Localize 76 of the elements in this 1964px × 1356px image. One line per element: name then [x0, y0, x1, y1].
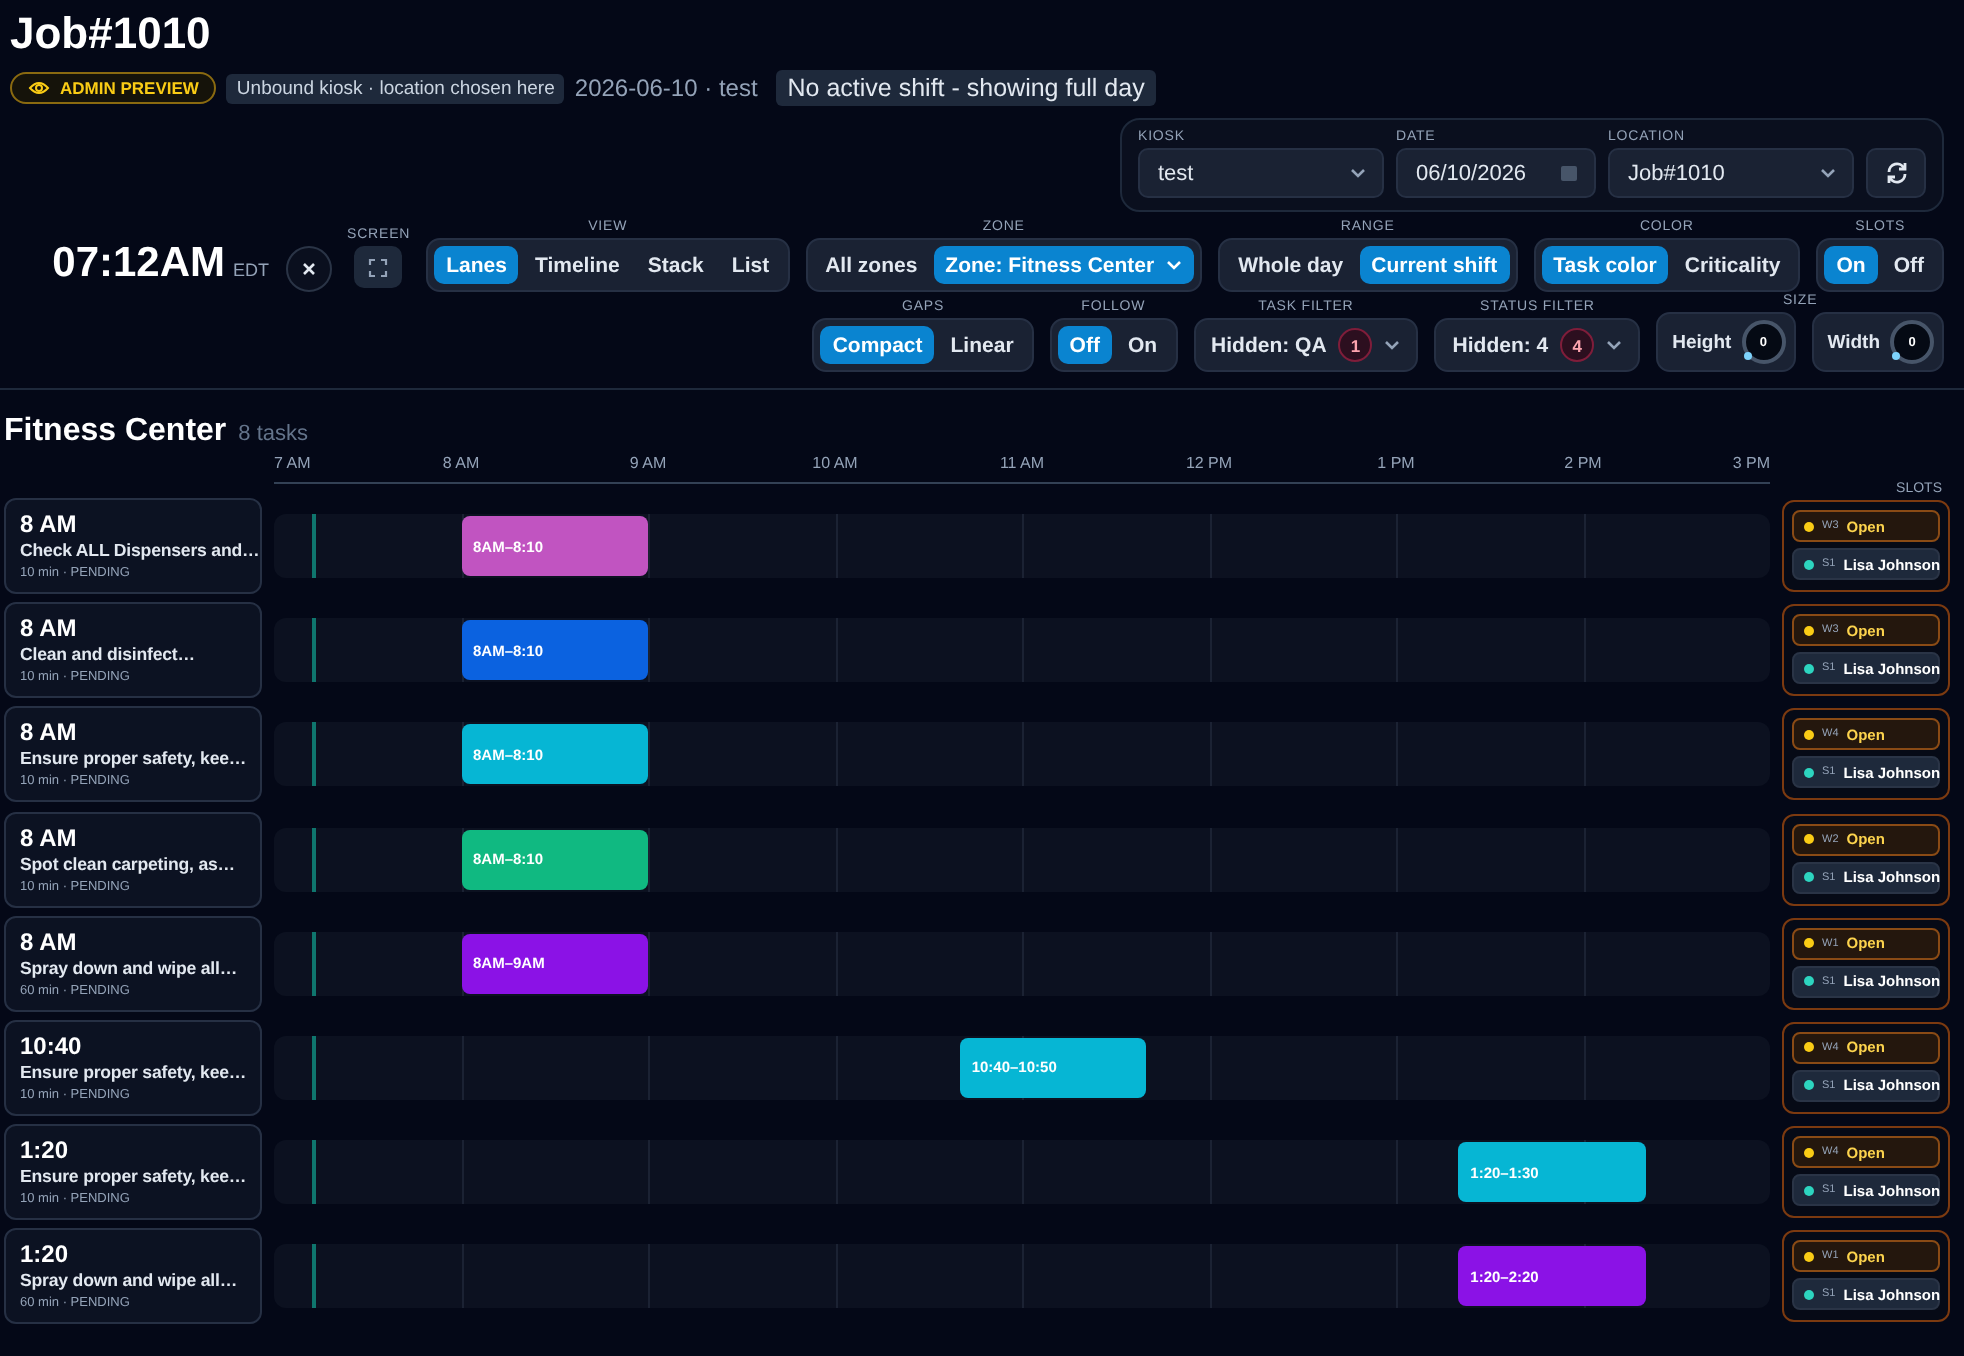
calendar-icon	[1560, 164, 1578, 182]
caret-icon	[1384, 340, 1401, 350]
select-field[interactable]: test	[1138, 148, 1384, 198]
close-button[interactable]	[285, 246, 332, 292]
now-line	[311, 514, 316, 578]
fullscreen-button[interactable]	[354, 246, 403, 288]
axis-label: 12 PM	[1185, 454, 1233, 472]
segment-option[interactable]: On	[1115, 326, 1170, 364]
segment-option[interactable]: All zones	[813, 246, 930, 284]
now-line	[311, 931, 316, 996]
clock-time: 07:12AM	[52, 240, 226, 288]
axis-label: 9 AM	[629, 454, 667, 472]
task-title: Ensure proper safety, kee…	[20, 1164, 249, 1191]
task-title: Clean and disinfect…	[20, 642, 197, 669]
task-title: Spray down and wipe all…	[20, 955, 240, 982]
task-time: 8 AM	[20, 823, 79, 852]
axis-label: 1 PM	[1377, 454, 1415, 472]
segment-option[interactable]: Current shift	[1359, 246, 1510, 284]
segment-option[interactable]: On	[1824, 246, 1878, 284]
caret-icon	[1606, 340, 1623, 350]
task-title: Ensure proper safety, kee…	[20, 746, 249, 773]
task-title: Spray down and wipe all…	[20, 1268, 240, 1295]
task-time: 8 AM	[20, 927, 79, 956]
shift-notice: No active shift - showing full day	[775, 70, 1157, 106]
segment-option[interactable]: Compact	[820, 326, 935, 364]
caret-icon	[1350, 168, 1366, 178]
kiosk-badge: Unbound kiosk · location chosen here	[226, 73, 565, 103]
segment-option[interactable]: Task color	[1541, 246, 1669, 284]
time-zone: EDT	[233, 260, 270, 280]
now-line	[311, 1035, 316, 1100]
refresh-icon	[1883, 160, 1909, 186]
task-time: 10:40	[20, 1031, 84, 1060]
segment-option[interactable]: Stack	[635, 246, 716, 284]
segment-option[interactable]: Zone: Fitness Center	[933, 246, 1195, 284]
segment-option[interactable]: Off	[1057, 326, 1112, 364]
task-time: 1:20	[20, 1136, 71, 1165]
fullscreen-icon	[368, 257, 389, 277]
now-line	[311, 827, 316, 892]
axis-label: 7 AM	[274, 454, 311, 472]
segment-option[interactable]: Off	[1881, 246, 1936, 284]
segment-option[interactable]: Criticality	[1672, 246, 1793, 284]
task-count: 8 tasks	[238, 422, 308, 446]
date-field[interactable]: 06/10/2026	[1396, 148, 1596, 198]
axis-label: 3 PM	[1732, 454, 1770, 472]
section-title: Fitness Center	[4, 414, 227, 450]
caret-icon	[1820, 168, 1836, 178]
axis-label: 2 PM	[1564, 454, 1602, 472]
count-badge: 1	[1338, 328, 1373, 362]
page-title: Job#1010	[8, 6, 213, 58]
now-line	[311, 1244, 316, 1309]
task-title: Spot clean carpeting, as…	[20, 851, 237, 878]
segment-option[interactable]: List	[719, 246, 782, 284]
now-line	[311, 618, 316, 683]
filter-dropdown[interactable]: Hidden: 4 4	[1434, 318, 1641, 372]
task-title: Ensure proper safety, kee…	[20, 1059, 249, 1086]
close-icon	[301, 262, 316, 276]
segment-option[interactable]: Whole day	[1226, 246, 1356, 284]
task-time: 8 AM	[20, 614, 79, 643]
segment-option[interactable]: Linear	[938, 326, 1026, 364]
segment-option[interactable]: Lanes	[434, 246, 519, 284]
task-time: 8 AM	[20, 718, 79, 747]
now-line	[311, 1140, 316, 1205]
now-line	[311, 722, 316, 787]
axis-label: 10 AM	[812, 454, 858, 472]
eye-icon	[28, 80, 50, 96]
filter-dropdown[interactable]: Hidden: QA 1	[1193, 318, 1419, 372]
date-text: 2026-06-10 · test	[574, 74, 758, 102]
axis-label: 11 AM	[999, 454, 1045, 472]
select-field[interactable]: Job#1010	[1608, 148, 1854, 198]
segment-option[interactable]: Timeline	[522, 246, 632, 284]
count-badge: 4	[1560, 328, 1595, 362]
admin-preview-badge: ADMIN PREVIEW	[10, 72, 217, 104]
axis-label: 8 AM	[442, 454, 480, 472]
task-time: 8 AM	[20, 510, 79, 538]
task-time: 1:20	[20, 1240, 71, 1269]
refresh-button[interactable]	[1866, 148, 1926, 198]
